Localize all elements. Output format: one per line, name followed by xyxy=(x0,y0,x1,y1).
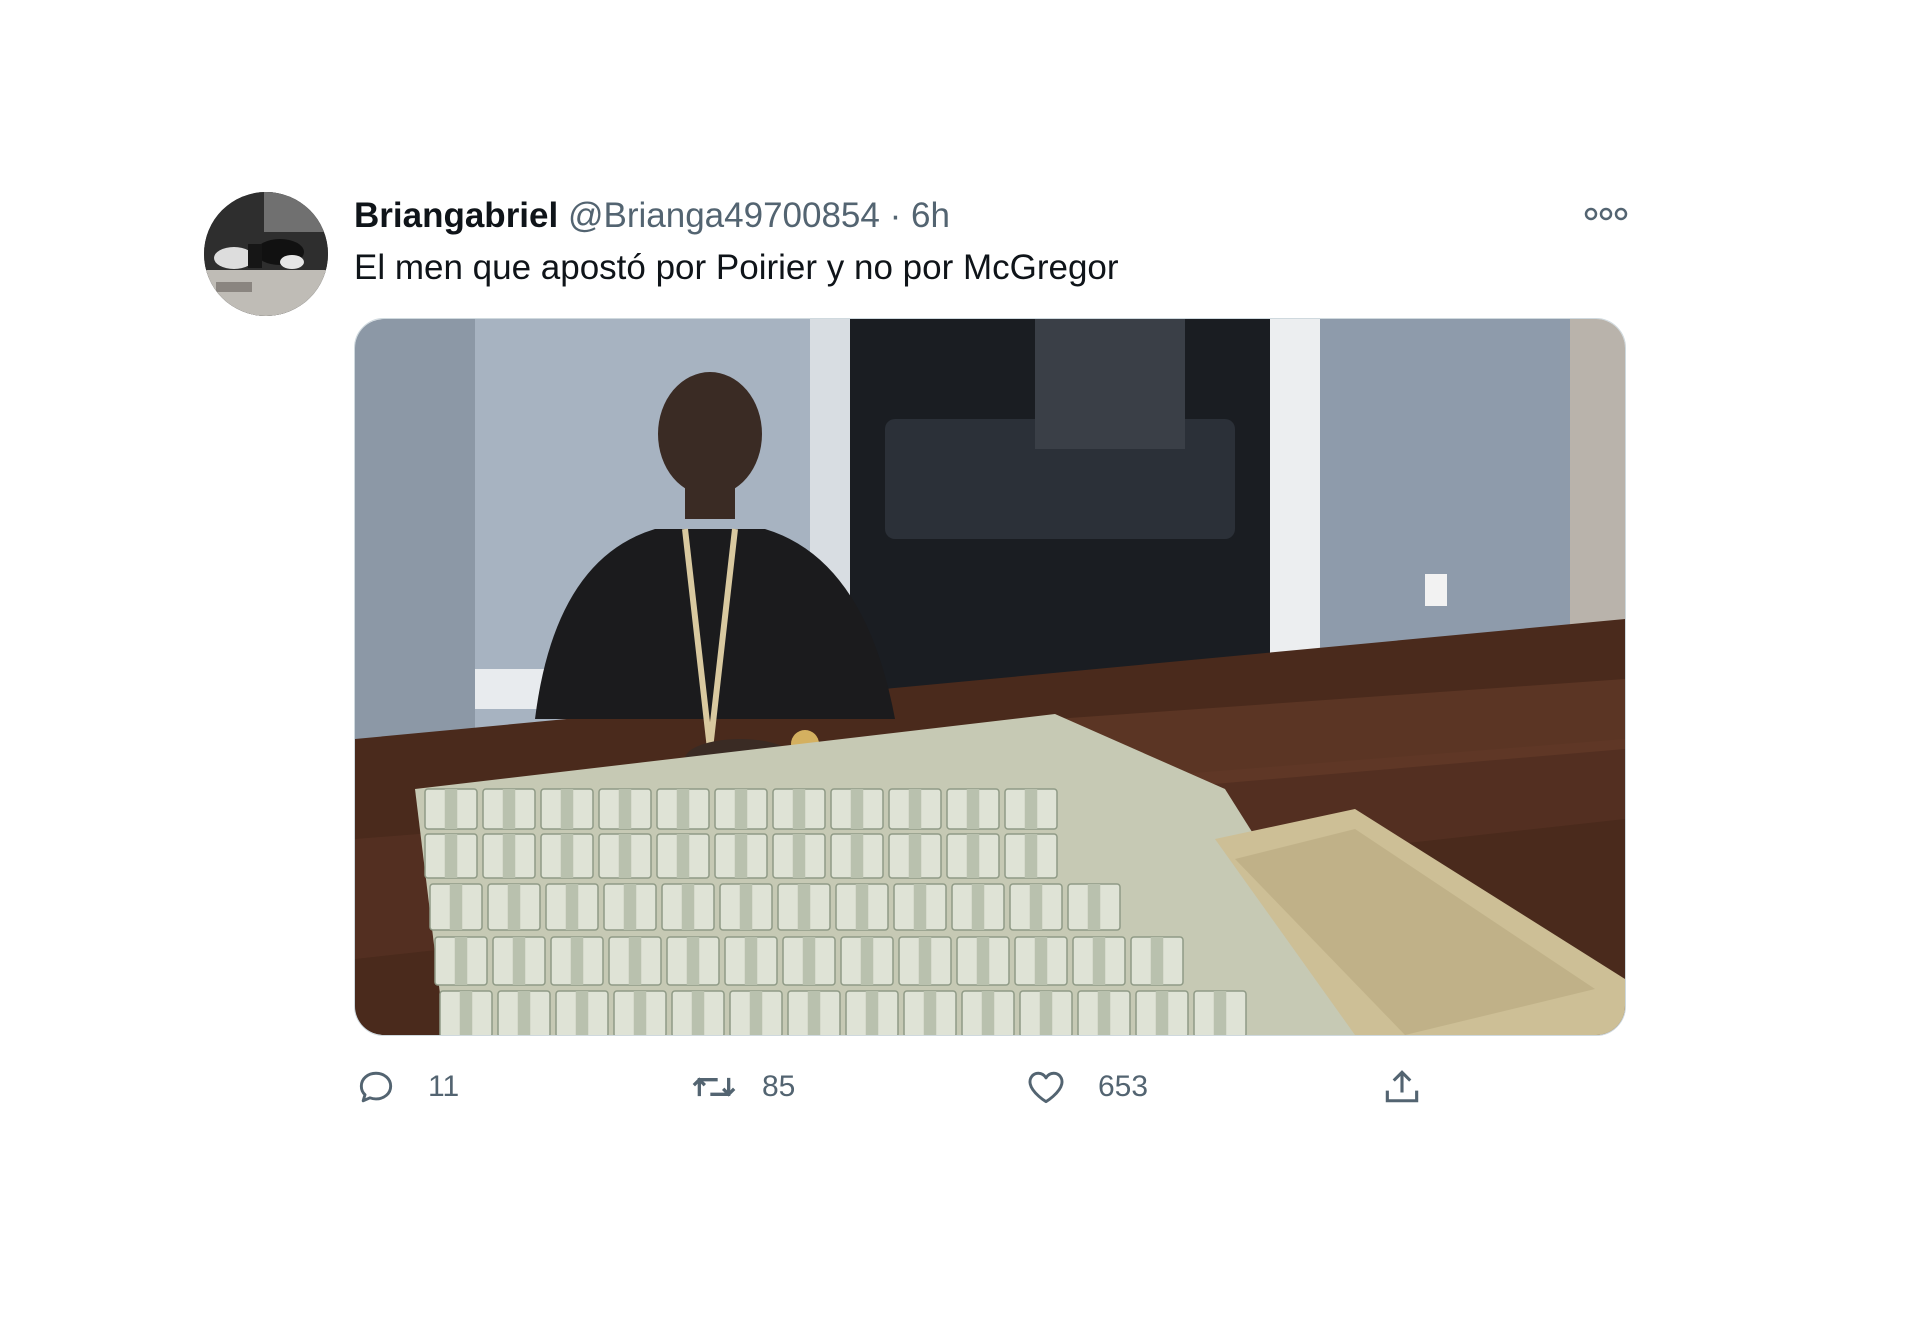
tweet-text: El men que apostó por Poirier y no por M… xyxy=(354,248,1119,287)
retweet-count: 85 xyxy=(762,1070,796,1103)
avatar[interactable] xyxy=(204,192,328,316)
more-horizontal-icon xyxy=(1584,207,1628,226)
separator-dot: · xyxy=(889,196,902,235)
tweet: Briangabriel @Brianga49700854 · 6h El me… xyxy=(0,0,1920,1322)
display-name[interactable]: Briangabriel xyxy=(354,196,558,235)
reply-button[interactable]: 11 xyxy=(354,1061,459,1113)
like-count: 653 xyxy=(1098,1070,1149,1103)
reply-count: 11 xyxy=(428,1070,460,1103)
heart-icon xyxy=(1024,1065,1068,1109)
retweet-arrows-icon xyxy=(690,1065,738,1109)
tweet-photo[interactable] xyxy=(354,318,1626,1036)
timestamp[interactable]: 6h xyxy=(911,196,950,235)
tweet-header: Briangabriel @Brianga49700854 · 6h xyxy=(354,195,950,237)
user-handle[interactable]: @Brianga49700854 xyxy=(568,196,880,235)
share-upload-icon xyxy=(1380,1065,1424,1109)
more-options-button[interactable] xyxy=(1576,198,1636,234)
share-button[interactable] xyxy=(1380,1061,1424,1113)
tweet-actions-bar: 11 85 653 xyxy=(0,1061,1920,1113)
retweet-button[interactable]: 85 xyxy=(690,1061,795,1113)
like-button[interactable]: 653 xyxy=(1024,1061,1148,1113)
reply-bubble-icon xyxy=(354,1065,398,1109)
